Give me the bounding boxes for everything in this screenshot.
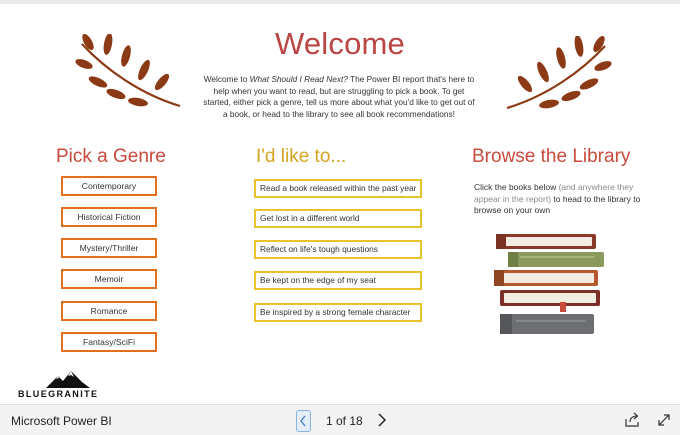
report-canvas: Welcome Welcome to What Should I Read Ne… <box>0 4 680 404</box>
browse-desc-text: Click the books below <box>474 182 559 192</box>
like-button-edge-of-seat[interactable]: Be kept on the edge of my seat <box>254 271 422 290</box>
genre-button-fantasy-scifi[interactable]: Fantasy/SciFi <box>61 332 157 352</box>
share-button[interactable] <box>624 412 640 433</box>
page-indicator: 1 of 18 <box>326 414 363 428</box>
app-title: Microsoft Power BI <box>11 414 112 428</box>
id-like-to-heading: I'd like to... <box>256 146 347 167</box>
welcome-title: Welcome <box>274 26 406 61</box>
chevron-right-icon <box>378 413 387 427</box>
genre-button-memoir[interactable]: Memoir <box>61 269 157 289</box>
welcome-intro: Welcome to What Should I Read Next? The … <box>203 74 475 120</box>
genre-button-contemporary[interactable]: Contemporary <box>61 176 157 196</box>
fullscreen-button[interactable] <box>656 412 672 433</box>
share-icon <box>625 412 639 427</box>
like-button-strong-female-character[interactable]: Be inspired by a strong female character <box>254 303 422 322</box>
like-button-tough-questions[interactable]: Reflect on life's tough questions <box>254 240 422 259</box>
pick-genre-heading: Pick a Genre <box>56 146 166 167</box>
next-page-button[interactable] <box>375 412 389 433</box>
genre-button-romance[interactable]: Romance <box>61 301 157 321</box>
genre-button-mystery-thriller[interactable]: Mystery/Thriller <box>61 238 157 258</box>
expand-icon <box>658 414 670 426</box>
browse-library-heading: Browse the Library <box>472 146 631 167</box>
browse-library-description: Click the books below (and anywhere they… <box>474 182 644 217</box>
intro-text: Welcome to <box>203 74 250 84</box>
previous-page-button[interactable] <box>296 410 311 432</box>
footer-bar: Microsoft Power BI 1 of 18 <box>0 404 680 435</box>
book-stack-icon[interactable] <box>490 232 610 338</box>
bluegranite-brand-text: BLUEGRANITE <box>18 389 99 399</box>
intro-report-name: What Should I Read Next? <box>249 74 348 84</box>
like-button-released-past-year[interactable]: Read a book released within the past yea… <box>254 179 422 198</box>
chevron-left-icon <box>300 415 306 427</box>
like-button-different-world[interactable]: Get lost in a different world <box>254 209 422 228</box>
genre-button-historical-fiction[interactable]: Historical Fiction <box>61 207 157 227</box>
bluegranite-mountain-logo <box>46 371 90 388</box>
